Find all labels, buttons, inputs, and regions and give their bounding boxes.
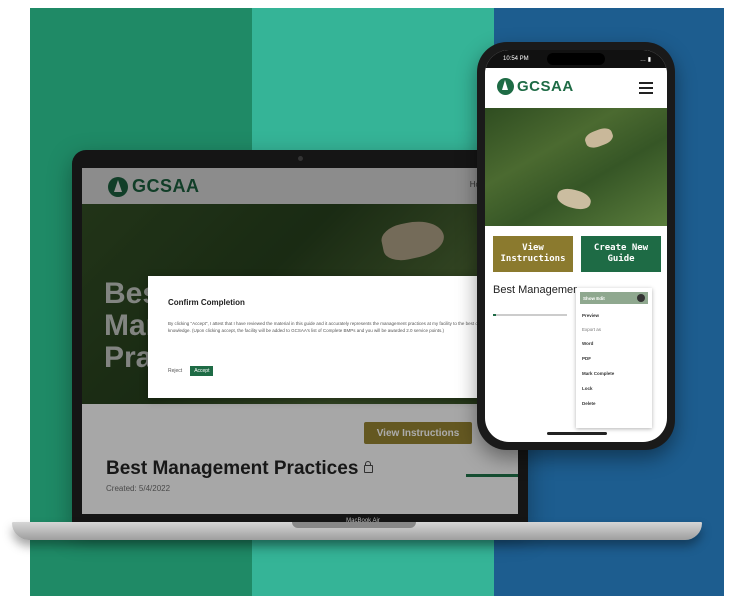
gcsaa-logo-icon [497, 78, 514, 95]
camera [298, 156, 303, 161]
phone-guide-title: Best Management Practices [493, 284, 577, 296]
phone-progress-bar [493, 314, 567, 316]
sand-trap [583, 125, 615, 151]
phone-hero-image [485, 108, 667, 226]
toggle-label: Show Edit [583, 295, 605, 301]
menu-item-preview[interactable]: Preview [576, 308, 652, 323]
modal-actions: Reject Accept [168, 366, 214, 376]
status-icons: … ▮ [640, 57, 651, 63]
laptop: GCSAA Home Lo Best Management Practices … [72, 150, 528, 528]
modal-backdrop-lower [82, 404, 518, 514]
modal-body: By clicking "Accept", I attest that I ha… [168, 321, 487, 333]
modal-title: Confirm Completion [168, 298, 245, 307]
options-dropdown: Show Edit Preview Export as Word PDF Mar… [576, 288, 652, 428]
menu-item-mark-complete[interactable]: Mark Complete [576, 366, 652, 381]
phone-logo-text: GCSAA [517, 78, 574, 95]
accept-button[interactable]: Accept [190, 366, 214, 376]
hamburger-menu-icon[interactable] [639, 82, 653, 97]
phone-button-row: View Instructions Create New Guide [493, 236, 661, 272]
laptop-base [12, 522, 702, 540]
status-time: 10:54 PM [503, 56, 529, 62]
view-instructions-button[interactable]: View Instructions [493, 236, 573, 272]
create-new-guide-button[interactable]: Create New Guide [581, 236, 661, 272]
menu-item-word[interactable]: Word [576, 336, 652, 351]
guide-section: View Instructions Best Management Practi… [82, 404, 518, 514]
status-bar: 10:54 PM … ▮ [485, 50, 667, 68]
phone: 10:54 PM … ▮ GCSAA View Instructions Cre… [477, 42, 675, 450]
show-edit-toggle[interactable]: Show Edit [580, 292, 648, 304]
reject-button[interactable]: Reject [168, 368, 182, 374]
sand-trap [555, 185, 593, 213]
export-as-label: Export as [582, 327, 602, 332]
toggle-knob-icon [637, 294, 645, 302]
confirm-completion-modal: Confirm Completion By clicking "Accept",… [148, 276, 518, 398]
model-label: MacBook Air [346, 518, 380, 524]
phone-header: GCSAA [485, 68, 667, 108]
phone-logo[interactable]: GCSAA [497, 78, 574, 95]
menu-item-lock[interactable]: Lock [576, 381, 652, 396]
dynamic-island [547, 53, 605, 65]
menu-item-delete[interactable]: Delete [576, 396, 652, 411]
menu-item-pdf[interactable]: PDF [576, 351, 652, 366]
phone-progress-fill [493, 314, 496, 316]
phone-screen: 10:54 PM … ▮ GCSAA View Instructions Cre… [485, 50, 667, 442]
home-indicator [547, 432, 607, 435]
laptop-screen: GCSAA Home Lo Best Management Practices … [82, 168, 518, 514]
